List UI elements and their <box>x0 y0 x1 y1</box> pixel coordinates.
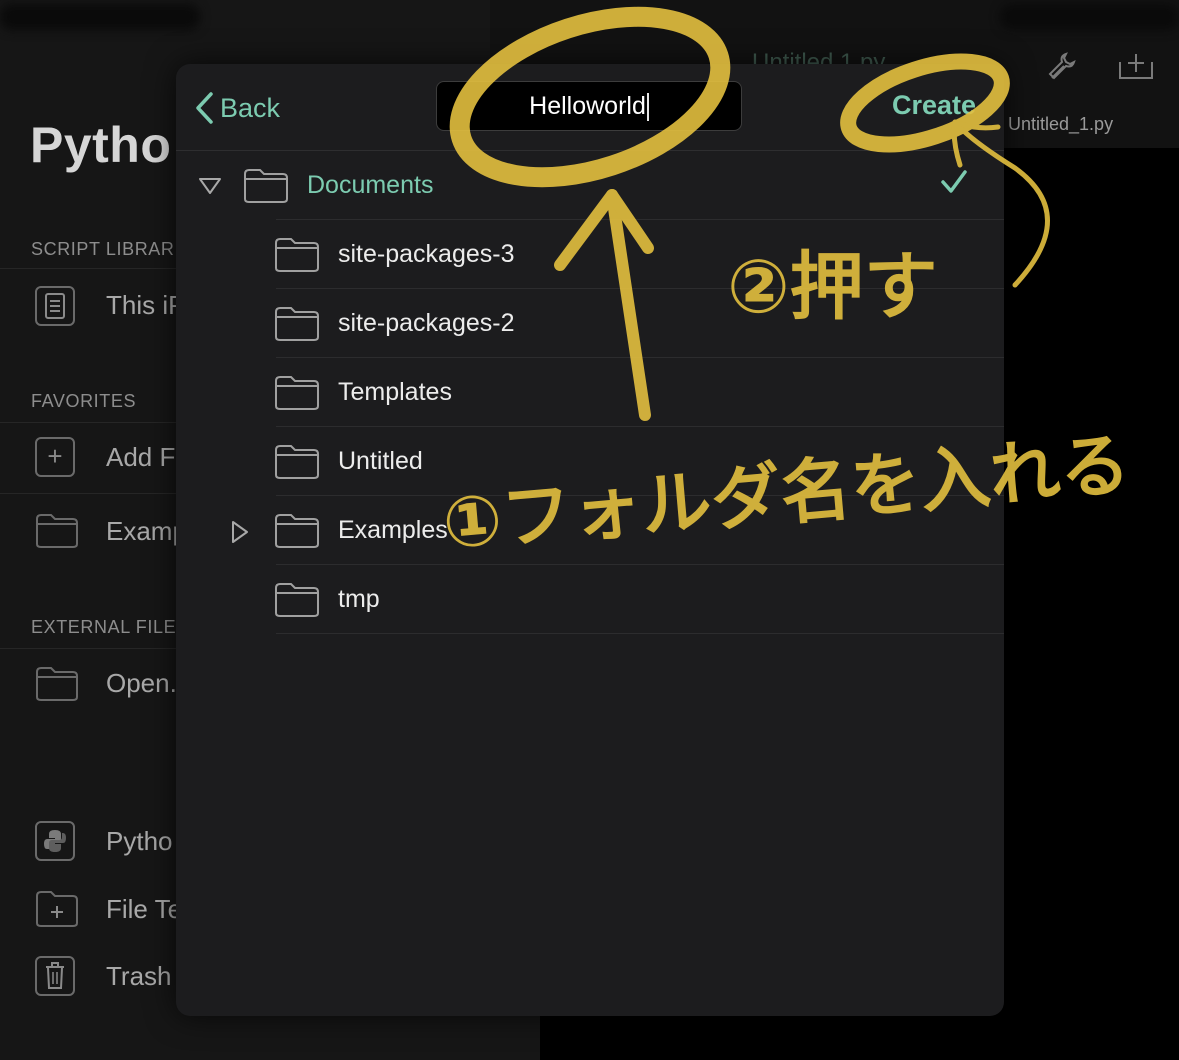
folder-name-input[interactable]: Helloworld <box>436 81 742 131</box>
plus-icon: + <box>35 437 75 477</box>
folder-label: Templates <box>338 378 452 406</box>
folder-icon <box>36 667 78 701</box>
sidebar-item-open[interactable]: Open. <box>106 668 177 699</box>
folder-icon <box>275 307 319 341</box>
folder-plus-icon <box>36 891 78 927</box>
sidebar-item-python-modules[interactable]: Pytho <box>106 826 173 857</box>
sidebar-item-trash[interactable]: Trash <box>106 961 172 992</box>
back-button[interactable]: Back <box>194 90 280 126</box>
folder-icon <box>275 514 319 548</box>
trash-icon <box>35 956 75 996</box>
folder-label: Examples <box>338 516 448 544</box>
python-icon <box>35 821 75 861</box>
folder-label: site-packages-2 <box>338 309 515 337</box>
folder-label-documents: Documents <box>307 171 434 199</box>
document-icon <box>35 286 75 326</box>
status-bar-left <box>0 4 200 30</box>
section-external-files: EXTERNAL FILE <box>31 617 177 637</box>
text-caret <box>646 93 649 122</box>
folder-row[interactable]: Examples <box>176 496 1004 565</box>
folder-icon <box>275 445 319 479</box>
status-bar-right <box>1000 4 1179 30</box>
new-tab-icon[interactable] <box>1118 50 1154 87</box>
sidebar-item-this-ipad[interactable]: This iP <box>106 290 185 321</box>
folder-row[interactable]: Templates <box>176 358 1004 427</box>
create-button[interactable]: Create <box>892 90 976 121</box>
sidebar-item-file-templates[interactable]: File Te <box>106 894 182 925</box>
sidebar-item-examples[interactable]: Examp <box>106 516 187 547</box>
folder-row[interactable]: Untitled <box>176 427 1004 496</box>
editor-tab[interactable]: Untitled_1.py <box>1008 114 1113 135</box>
back-label: Back <box>220 92 281 123</box>
folder-label: site-packages-3 <box>338 240 515 268</box>
new-folder-sheet: Back Helloworld Create Documents site-pa… <box>176 64 1004 1016</box>
folder-label: tmp <box>338 585 380 613</box>
folder-row[interactable]: site-packages-2 <box>176 289 1004 358</box>
folder-row-documents[interactable]: Documents <box>176 151 1004 220</box>
checkmark-icon <box>941 170 967 193</box>
wrench-icon[interactable] <box>1046 50 1078 89</box>
folder-icon <box>36 514 78 548</box>
disclosure-collapsed-icon[interactable] <box>231 520 249 544</box>
row-divider <box>276 633 1004 634</box>
chevron-left-icon <box>196 92 213 124</box>
folder-row[interactable]: site-packages-3 <box>176 220 1004 289</box>
folder-label: Untitled <box>338 447 423 475</box>
folder-icon <box>275 583 319 617</box>
disclosure-expanded-icon[interactable] <box>198 177 222 195</box>
folder-name-value: Helloworld <box>529 92 646 120</box>
folder-icon <box>244 169 288 203</box>
folder-icon <box>275 376 319 410</box>
sidebar-title: Pytho <box>30 117 172 173</box>
folder-row[interactable]: tmp <box>176 565 1004 634</box>
section-script-library: SCRIPT LIBRAR <box>31 239 175 259</box>
section-favorites: FAVORITES <box>31 391 137 411</box>
folder-icon <box>275 238 319 272</box>
